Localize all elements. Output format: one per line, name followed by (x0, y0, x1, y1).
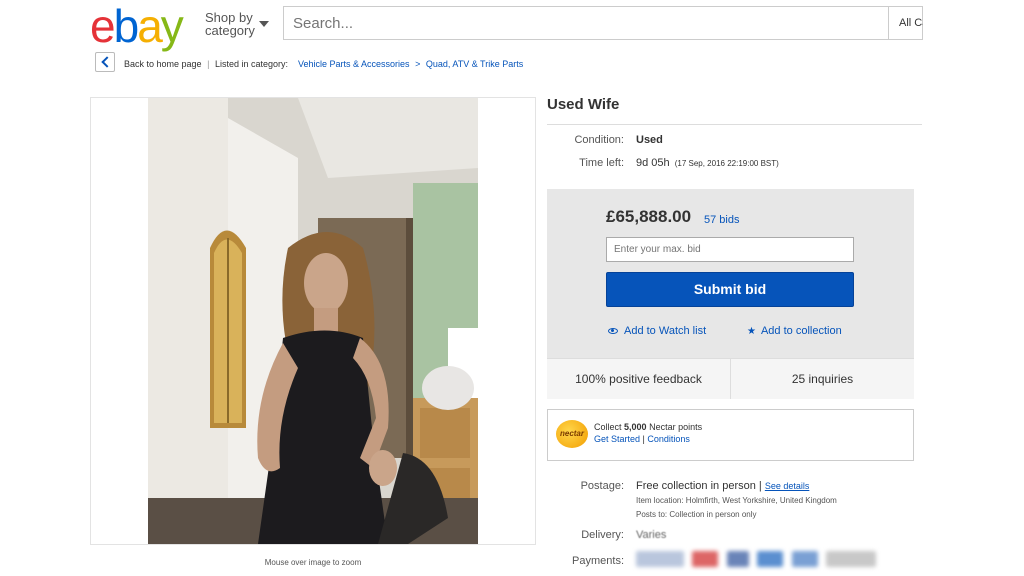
nectar-get-started-link[interactable]: Get Started (594, 434, 640, 444)
current-price: £65,888.00 (606, 207, 692, 226)
nectar-points: 5,000 (624, 422, 647, 432)
condition-label: Condition: (574, 134, 624, 146)
bid-count-link[interactable]: 57 bids (704, 214, 739, 226)
item-location: Item location: Holmfirth, West Yorkshire… (636, 496, 837, 505)
payment-method-logos (636, 550, 886, 572)
seller-stats: 100% positive feedback 25 inquiries (547, 358, 914, 399)
nectar-text: Collect 5,000 Nectar points Get Started … (594, 421, 702, 445)
zoom-hint: Mouse over image to zoom (264, 558, 362, 567)
search-bar: All Ca (283, 6, 923, 40)
title-divider (547, 124, 922, 125)
visa-icon (726, 550, 749, 567)
chevron-down-icon (259, 21, 269, 27)
payments-label: Payments: (572, 555, 624, 567)
image-viewer[interactable] (90, 97, 536, 545)
category-label: category (205, 23, 255, 38)
amex-icon (791, 550, 818, 567)
postage-label: Postage: (580, 480, 624, 492)
nectar-promo: nectar Collect 5,000 Nectar points Get S… (547, 409, 914, 461)
delivery-label: Delivery: (581, 529, 624, 541)
postage-separator: | (758, 480, 762, 492)
photo-illustration (148, 98, 478, 544)
see-details-link[interactable]: See details (765, 481, 810, 491)
processed-by-paypal-icon (826, 550, 877, 567)
condition-value: Used (636, 134, 663, 146)
positive-feedback: 100% positive feedback (547, 359, 731, 399)
nectar-collect-suffix: Nectar points (649, 422, 703, 432)
back-arrow-icon[interactable] (95, 52, 115, 72)
card-icon (757, 550, 784, 567)
mastercard-icon (692, 550, 719, 567)
search-category-select[interactable]: All Ca (888, 7, 923, 39)
nectar-collect-prefix: Collect (594, 422, 622, 432)
paypal-logo-icon (636, 550, 684, 567)
star-icon: ★ (747, 326, 756, 337)
eye-icon (608, 328, 618, 335)
nectar-logo: nectar (556, 420, 588, 448)
posts-to: Posts to: Collection in person only (636, 510, 757, 519)
watch-list-label: Add to Watch list (624, 325, 707, 337)
nectar-separator: | (642, 434, 645, 444)
shop-by-category-button[interactable]: Shop by category (205, 11, 269, 38)
breadcrumb: Back to home page | Listed in category: … (124, 59, 523, 69)
add-to-watch-list-link[interactable]: Add to Watch list (608, 325, 706, 337)
listed-in-label: Listed in category: (214, 59, 288, 69)
collection-label: Add to collection (760, 325, 842, 337)
submit-bid-button[interactable]: Submit bid (606, 272, 854, 307)
back-to-home-link[interactable]: Back to home page (124, 59, 202, 69)
search-input[interactable] (284, 7, 864, 40)
inquiries-count: 25 inquiries (791, 372, 854, 386)
listing-photo[interactable] (148, 98, 478, 544)
time-left-value: 9d 05h (17 Sep, 2016 22:19:00 BST) (636, 157, 779, 169)
listing-title: Used Wife (547, 96, 620, 113)
breadcrumb-arrow: > (415, 59, 421, 69)
breadcrumb-item-vehicle-parts[interactable]: Vehicle Parts & Accessories (298, 59, 410, 69)
ebay-logo[interactable]: ebay (90, 3, 184, 49)
time-left-duration: 9d 05h (636, 157, 670, 169)
add-to-collection-link[interactable]: ★ Add to collection (747, 325, 842, 337)
postage-value: Free collection in person | See details (636, 480, 809, 492)
time-left-label: Time left: (579, 157, 624, 169)
max-bid-input[interactable] (606, 237, 854, 262)
breadcrumb-separator: | (207, 59, 210, 69)
breadcrumb-item-quad-atv[interactable]: Quad, ATV & Trike Parts (426, 59, 523, 69)
delivery-value: Varies (636, 529, 667, 541)
time-left-end-date: (17 Sep, 2016 22:19:00 BST) (674, 159, 779, 168)
nectar-conditions-link[interactable]: Conditions (647, 434, 690, 444)
postage-method: Free collection in person (636, 480, 756, 492)
